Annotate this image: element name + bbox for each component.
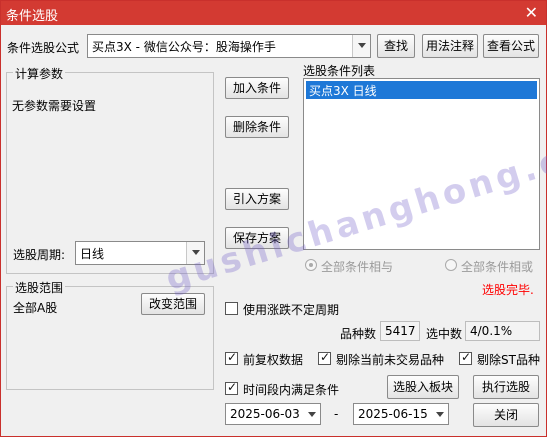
period-label: 选股周期:	[13, 248, 66, 262]
and-radio[interactable]	[305, 259, 317, 271]
exclude-untraded-label: 剔除当前未交易品种	[336, 353, 445, 367]
time-range-checkbox[interactable]	[225, 380, 238, 395]
count-value: 5417	[380, 321, 420, 341]
chevron-down-icon[interactable]	[304, 404, 320, 424]
to-block-button[interactable]: 选股入板块	[387, 375, 459, 399]
params-text: 无参数需要设置	[12, 99, 97, 113]
chevron-down-icon[interactable]	[186, 242, 204, 264]
find-button[interactable]: 查找	[377, 34, 415, 58]
chevron-down-icon[interactable]	[432, 404, 448, 424]
or-label: 全部条件相或	[461, 260, 534, 274]
start-date-picker[interactable]: 2025-06-03	[225, 403, 321, 425]
add-condition-button[interactable]: 加入条件	[225, 77, 289, 99]
irregular-period-label: 使用涨跌不定周期	[243, 303, 340, 317]
and-label: 全部条件相与	[321, 260, 394, 274]
end-date-value: 2025-06-15	[358, 407, 428, 421]
exclude-st-label: 剔除ST品种	[477, 353, 540, 367]
list-item[interactable]: 买点3X 日线	[306, 81, 537, 99]
pre-adjust-checkbox[interactable]	[225, 350, 238, 365]
condition-list-title: 选股条件列表	[303, 64, 376, 78]
irregular-period-checkbox[interactable]	[225, 302, 238, 315]
end-date-picker[interactable]: 2025-06-15	[353, 403, 449, 425]
or-radio[interactable]	[445, 259, 457, 271]
selected-value: 4/0.1%	[465, 321, 540, 341]
range-group-title: 选股范围	[13, 279, 66, 296]
start-date-value: 2025-06-03	[230, 407, 300, 421]
title-bar: 条件选股 ✕	[1, 1, 546, 25]
syntax-button[interactable]: 用法注释	[422, 34, 478, 58]
close-button[interactable]: 关闭	[473, 403, 539, 427]
save-plan-button[interactable]: 保存方案	[225, 227, 289, 249]
formula-value: 买点3X - 微信公众号：股海操作手	[92, 40, 276, 54]
view-formula-button[interactable]: 查看公式	[483, 34, 539, 58]
params-group-title: 计算参数	[13, 65, 66, 82]
condition-list[interactable]: 买点3X 日线	[303, 78, 540, 250]
selected-label: 选中数	[426, 327, 463, 341]
stock-screener-window: 条件选股 ✕ 条件选股公式 买点3X - 微信公众号：股海操作手 查找 用法注释…	[0, 0, 547, 437]
remove-condition-button[interactable]: 删除条件	[225, 116, 289, 138]
execute-button[interactable]: 执行选股	[473, 375, 539, 399]
count-label: 品种数	[340, 327, 377, 341]
exclude-untraded-checkbox[interactable]	[318, 350, 331, 365]
change-range-button[interactable]: 改变范围	[141, 293, 205, 315]
params-group: 计算参数 无参数需要设置 选股周期: 日线	[6, 65, 214, 274]
exclude-st-checkbox[interactable]	[459, 350, 472, 365]
formula-select[interactable]: 买点3X - 微信公众号：股海操作手	[87, 34, 371, 58]
period-value: 日线	[80, 247, 105, 261]
status-text: 选股完毕.	[482, 283, 534, 297]
import-plan-button[interactable]: 引入方案	[225, 188, 289, 210]
time-range-label: 时间段内满足条件	[243, 383, 340, 397]
window-title: 条件选股	[6, 9, 59, 24]
range-value: 全部A股	[13, 301, 58, 315]
chevron-down-icon[interactable]	[352, 35, 370, 57]
pre-adjust-label: 前复权数据	[243, 353, 304, 367]
formula-label: 条件选股公式	[7, 41, 80, 55]
close-icon[interactable]: ✕	[525, 3, 538, 22]
period-select[interactable]: 日线	[75, 241, 205, 265]
date-separator: -	[334, 407, 339, 421]
range-group: 选股范围 全部A股 改变范围	[6, 279, 214, 390]
